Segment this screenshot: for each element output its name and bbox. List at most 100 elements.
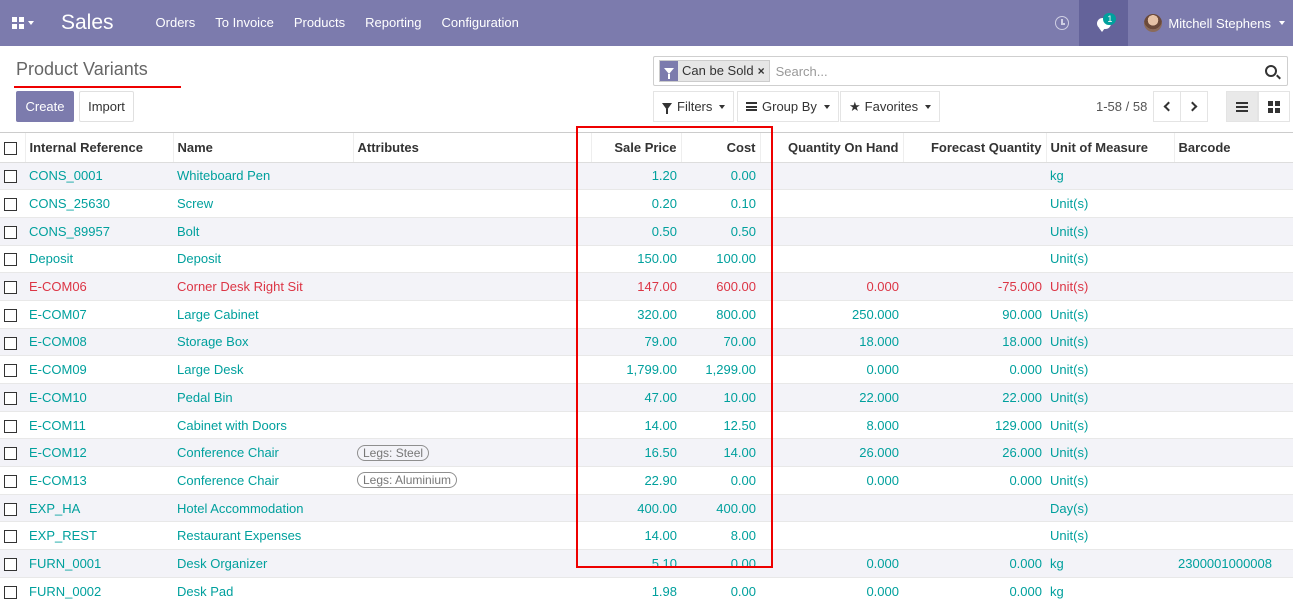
cell-forecast-quantity[interactable]: 18.000 [903, 327, 1046, 356]
cell-internal-reference[interactable]: FURN_0002 [25, 576, 173, 604]
table-row[interactable]: CONS_89957 Bolt 0.50 0.50 Unit(s) [0, 216, 1293, 246]
cell-attributes[interactable] [353, 327, 591, 356]
cell-forecast-quantity[interactable] [903, 189, 1046, 218]
cell-quantity-on-hand[interactable]: 8.000 [760, 410, 903, 439]
header-barcode[interactable]: Barcode [1174, 133, 1293, 163]
cell-unit-of-measure[interactable]: kg [1046, 161, 1174, 190]
row-checkbox[interactable] [0, 576, 25, 604]
cell-name[interactable]: Restaurant Expenses [173, 521, 353, 550]
cell-internal-reference[interactable]: E-COM07 [25, 299, 173, 329]
cell-forecast-quantity[interactable] [903, 493, 1046, 522]
apps-menu-button[interactable] [0, 0, 46, 46]
cell-cost[interactable]: 8.00 [681, 521, 760, 550]
cell-unit-of-measure[interactable]: Day(s) [1046, 493, 1174, 522]
cell-name[interactable]: Cabinet with Doors [173, 410, 353, 439]
table-row[interactable]: E-COM06 Corner Desk Right Sit 147.00 600.00… [0, 272, 1293, 301]
cell-attributes[interactable] [353, 299, 591, 329]
cell-sale-price[interactable]: 14.00 [591, 521, 681, 550]
cell-name[interactable]: Pedal Bin [173, 383, 353, 412]
cell-quantity-on-hand[interactable] [760, 216, 903, 246]
cell-sale-price[interactable]: 1.98 [591, 576, 681, 604]
cell-quantity-on-hand[interactable]: 250.000 [760, 299, 903, 329]
pager-value[interactable]: 1-58 / 58 [1096, 99, 1147, 114]
cell-forecast-quantity[interactable]: 0.000 [903, 466, 1046, 495]
cell-internal-reference[interactable]: E-COM09 [25, 355, 173, 384]
cell-forecast-quantity[interactable]: 129.000 [903, 410, 1046, 439]
cell-sale-price[interactable]: 22.90 [591, 466, 681, 495]
cell-unit-of-measure[interactable]: Unit(s) [1046, 355, 1174, 384]
cell-barcode[interactable] [1174, 383, 1293, 412]
cell-cost[interactable]: 12.50 [681, 410, 760, 439]
cell-barcode[interactable] [1174, 216, 1293, 246]
filters-button[interactable]: Filters [653, 91, 735, 122]
cell-barcode[interactable] [1174, 466, 1293, 495]
cell-name[interactable]: Deposit [173, 244, 353, 273]
cell-forecast-quantity[interactable] [903, 244, 1046, 273]
groupby-button[interactable]: Group By [737, 91, 839, 122]
menu-configuration[interactable]: Configuration [432, 0, 529, 46]
cell-barcode[interactable] [1174, 493, 1293, 522]
row-checkbox[interactable] [0, 216, 25, 246]
cell-unit-of-measure[interactable]: kg [1046, 549, 1174, 578]
cell-name[interactable]: Corner Desk Right Sit [173, 272, 353, 301]
cell-unit-of-measure[interactable]: Unit(s) [1046, 299, 1174, 329]
cell-internal-reference[interactable]: EXP_HA [25, 493, 173, 522]
row-checkbox[interactable] [0, 438, 25, 467]
cell-attributes[interactable] [353, 272, 591, 301]
menu-products[interactable]: Products [284, 0, 355, 46]
cell-unit-of-measure[interactable]: Unit(s) [1046, 216, 1174, 246]
cell-internal-reference[interactable]: E-COM10 [25, 383, 173, 412]
import-button[interactable]: Import [79, 91, 134, 122]
table-row[interactable]: CONS_25630 Screw 0.20 0.10 Unit(s) [0, 189, 1293, 218]
table-row[interactable]: E-COM07 Large Cabinet 320.00 800.00 250.000 9… [0, 299, 1293, 329]
cell-name[interactable]: Screw [173, 189, 353, 218]
pager-next-button[interactable] [1180, 91, 1208, 122]
create-button[interactable]: Create [16, 91, 74, 122]
row-checkbox[interactable] [0, 410, 25, 439]
cell-internal-reference[interactable]: CONS_25630 [25, 189, 173, 218]
cell-attributes[interactable] [353, 521, 591, 550]
table-row[interactable]: E-COM08 Storage Box 79.00 70.00 18.000 18.000… [0, 327, 1293, 356]
cell-barcode[interactable] [1174, 521, 1293, 550]
cell-cost[interactable]: 400.00 [681, 493, 760, 522]
cell-sale-price[interactable]: 400.00 [591, 493, 681, 522]
row-checkbox[interactable] [0, 493, 25, 522]
search-input[interactable] [775, 63, 1265, 79]
cell-cost[interactable]: 14.00 [681, 438, 760, 467]
cell-unit-of-measure[interactable]: Unit(s) [1046, 438, 1174, 467]
cell-name[interactable]: Conference Chair [173, 466, 353, 495]
table-row[interactable]: EXP_HA Hotel Accommodation 400.00 400.00 Day… [0, 493, 1293, 522]
cell-name[interactable]: Bolt [173, 216, 353, 246]
header-cost[interactable]: Cost [681, 133, 761, 163]
header-sale-price[interactable]: Sale Price [591, 133, 682, 163]
row-checkbox[interactable] [0, 189, 25, 218]
cell-attributes[interactable] [353, 410, 591, 439]
search-icon[interactable] [1265, 65, 1277, 77]
table-row[interactable]: FURN_0002 Desk Pad 1.98 0.00 0.000 0.000 kg [0, 576, 1293, 604]
cell-unit-of-measure[interactable]: Unit(s) [1046, 410, 1174, 439]
cell-quantity-on-hand[interactable] [760, 189, 903, 218]
cell-name[interactable]: Desk Pad [173, 576, 353, 604]
row-checkbox[interactable] [0, 355, 25, 384]
cell-barcode[interactable] [1174, 272, 1293, 301]
menu-reporting[interactable]: Reporting [355, 0, 431, 46]
cell-internal-reference[interactable]: CONS_89957 [25, 216, 173, 246]
cell-attributes[interactable] [353, 189, 591, 218]
cell-sale-price[interactable]: 14.00 [591, 410, 681, 439]
cell-attributes[interactable] [353, 244, 591, 273]
cell-cost[interactable]: 0.10 [681, 189, 760, 218]
cell-forecast-quantity[interactable]: 26.000 [903, 438, 1046, 467]
cell-barcode[interactable] [1174, 355, 1293, 384]
table-row[interactable]: FURN_0001 Desk Organizer 5.10 0.00 0.000 0.00… [0, 549, 1293, 578]
cell-cost[interactable]: 70.00 [681, 327, 760, 356]
cell-barcode[interactable] [1174, 161, 1293, 190]
cell-name[interactable]: Whiteboard Pen [173, 161, 353, 190]
row-checkbox[interactable] [0, 272, 25, 301]
cell-attributes[interactable] [353, 576, 591, 604]
cell-internal-reference[interactable]: E-COM12 [25, 438, 173, 467]
cell-name[interactable]: Large Desk [173, 355, 353, 384]
cell-name[interactable]: Conference Chair [173, 438, 353, 467]
table-row[interactable]: E-COM12 Conference Chair Legs: Steel 16.50 1… [0, 438, 1293, 467]
row-checkbox[interactable] [0, 327, 25, 356]
cell-attributes[interactable]: Legs: Steel [353, 438, 591, 467]
